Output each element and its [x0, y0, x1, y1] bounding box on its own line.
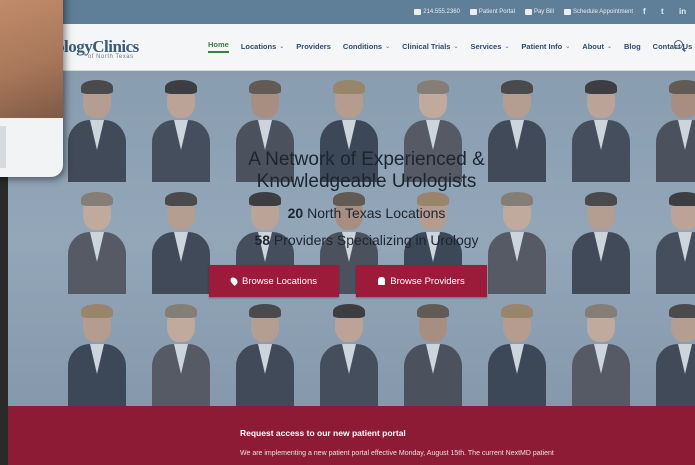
map-pin-icon [229, 276, 239, 286]
main-nav: Home Locations ⌄ Providers Conditions ⌄ Cl… [208, 40, 692, 53]
notice-text: We are implementing a new patient portal… [240, 450, 554, 457]
nav-contact[interactable]: Contact Us [653, 40, 693, 53]
phone-link[interactable]: 214.555.2360 [414, 9, 460, 15]
site-header: ologyClinics of North Texas Home Locatio… [8, 24, 695, 71]
chevron-down-icon: ⌄ [279, 44, 285, 50]
chevron-down-icon: ⌄ [565, 44, 571, 50]
providers-stat: 58 Providers Specializing in Urology [254, 232, 479, 248]
schedule-link[interactable]: Schedule Appointment [563, 9, 633, 15]
hero-section: A Network of Experienced & Knowledgeable… [8, 71, 695, 406]
logo-subtitle: of North Texas [88, 54, 134, 60]
chevron-down-icon: ⌄ [606, 44, 612, 50]
browser-screen: 214.555.2360 Patient Portal Pay Bill Sch… [8, 0, 695, 465]
user-icon [378, 277, 386, 285]
browse-locations-button[interactable]: Browse Locations [209, 265, 339, 297]
linkedin-icon[interactable]: in [679, 8, 687, 16]
utility-bar: 214.555.2360 Patient Portal Pay Bill Sch… [8, 0, 695, 24]
search-icon[interactable] [674, 40, 683, 49]
locations-stat: 20 North Texas Locations [287, 205, 446, 221]
overlay-panel-edge [0, 126, 6, 168]
nav-patient-info[interactable]: Patient Info ⌄ [521, 40, 570, 53]
chevron-down-icon: ⌄ [385, 44, 391, 50]
nav-blog[interactable]: Blog [624, 40, 641, 53]
portal-notice: Request access to our new patient portal… [8, 406, 695, 465]
twitter-icon[interactable]: t [661, 8, 669, 16]
notice-title: Request access to our new patient portal [240, 428, 406, 438]
card-icon [524, 9, 532, 15]
browse-providers-button[interactable]: Browse Providers [356, 265, 487, 297]
chevron-down-icon: ⌄ [453, 44, 459, 50]
patient-portal-link[interactable]: Patient Portal [469, 9, 515, 15]
nav-home[interactable]: Home [208, 40, 229, 53]
user-icon [469, 9, 477, 15]
overlay-photo [0, 0, 63, 118]
nav-providers[interactable]: Providers [296, 40, 331, 53]
nav-clinical-trials[interactable]: Clinical Trials ⌄ [402, 40, 458, 53]
nav-services[interactable]: Services ⌄ [471, 40, 510, 53]
calendar-icon [563, 9, 571, 15]
nav-locations[interactable]: Locations ⌄ [241, 40, 284, 53]
nav-about[interactable]: About ⌄ [582, 40, 612, 53]
hero-title: A Network of Experienced & Knowledgeable… [248, 149, 485, 192]
overlapping-window[interactable] [0, 0, 63, 177]
facebook-icon[interactable]: f [643, 8, 651, 16]
nav-conditions[interactable]: Conditions ⌄ [343, 40, 390, 53]
phone-icon [414, 9, 422, 15]
chevron-down-icon: ⌄ [504, 44, 510, 50]
pay-bill-link[interactable]: Pay Bill [524, 9, 554, 15]
